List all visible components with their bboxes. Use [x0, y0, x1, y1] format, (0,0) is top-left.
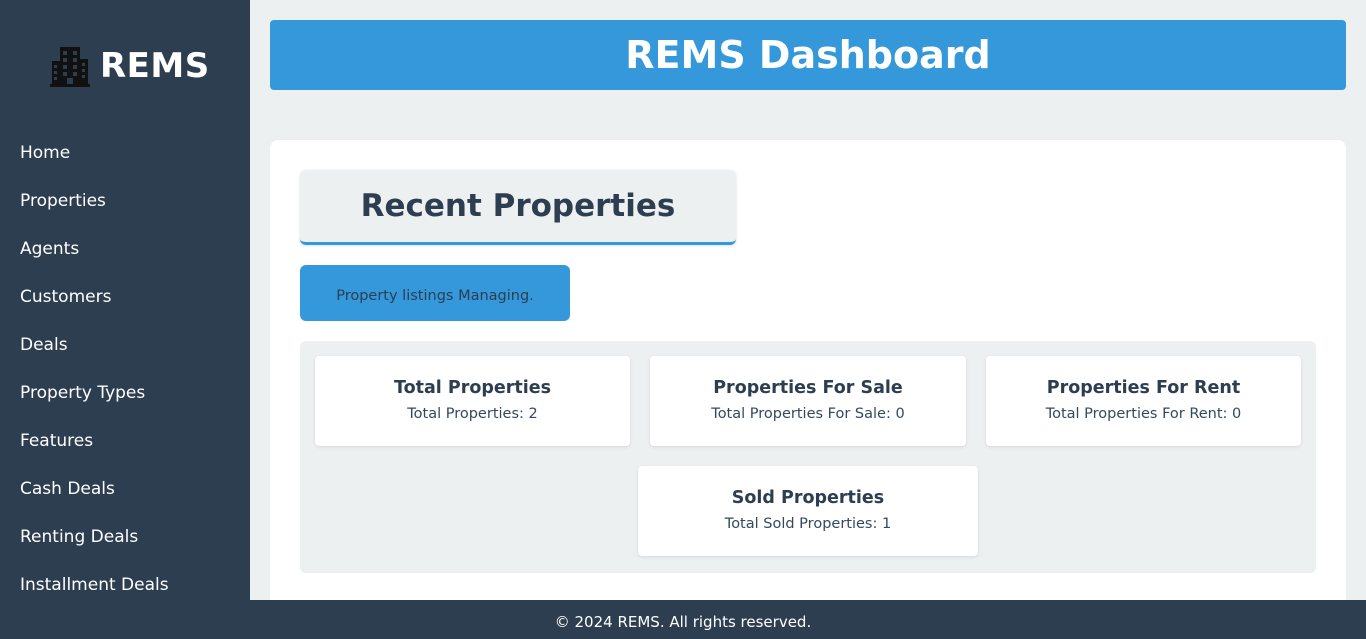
page-footer: © 2024 REMS. All rights reserved.	[0, 600, 1366, 639]
page-title: REMS Dashboard	[625, 33, 991, 77]
stat-card-properties-for-rent[interactable]: Properties For Rent Total Properties For…	[986, 356, 1301, 446]
sidebar-item-renting-deals[interactable]: Renting Deals	[0, 513, 250, 561]
stat-title: Sold Properties	[731, 488, 885, 508]
stat-card-total-properties[interactable]: Total Properties Total Properties: 2	[315, 356, 630, 446]
brand-name: REMS	[100, 46, 210, 86]
sidebar-item-cash-deals[interactable]: Cash Deals	[0, 465, 250, 513]
sidebar: REMS Home Properties Agents Customers De…	[0, 0, 250, 600]
stat-value: Total Sold Properties: 1	[724, 516, 892, 532]
page-header: REMS Dashboard	[270, 20, 1346, 90]
stat-value: Total Properties: 2	[407, 406, 538, 422]
sidebar-item-home[interactable]: Home	[0, 129, 250, 177]
sidebar-item-deals[interactable]: Deals	[0, 321, 250, 369]
sidebar-item-features[interactable]: Features	[0, 417, 250, 465]
sidebar-nav: Home Properties Agents Customers Deals P…	[0, 129, 250, 609]
sidebar-item-properties[interactable]: Properties	[0, 177, 250, 225]
stat-card-sold-properties[interactable]: Sold Properties Total Sold Properties: 1	[638, 466, 978, 556]
sidebar-item-customers[interactable]: Customers	[0, 273, 250, 321]
info-text: Property listings Managing.	[336, 288, 534, 304]
sidebar-item-property-types[interactable]: Property Types	[0, 369, 250, 417]
main-content: Recent Properties Property listings Mana…	[270, 140, 1346, 620]
stat-value: Total Properties For Sale: 0	[711, 406, 905, 422]
section-title-box: Recent Properties	[300, 170, 736, 245]
section-title: Recent Properties	[360, 188, 676, 224]
stat-card-properties-for-sale[interactable]: Properties For Sale Total Properties For…	[650, 356, 966, 446]
footer-text: © 2024 REMS. All rights reserved.	[554, 612, 812, 631]
stat-value: Total Properties For Rent: 0	[1045, 406, 1242, 422]
stat-title: Properties For Sale	[713, 378, 903, 398]
stat-title: Total Properties	[393, 378, 552, 398]
info-banner: Property listings Managing.	[300, 265, 570, 321]
stat-title: Properties For Rent	[1046, 378, 1241, 398]
building-icon	[50, 47, 90, 87]
stats-panel: Total Properties Total Properties: 2 Pro…	[300, 341, 1316, 573]
brand[interactable]: REMS	[50, 40, 210, 92]
sidebar-item-agents[interactable]: Agents	[0, 225, 250, 273]
